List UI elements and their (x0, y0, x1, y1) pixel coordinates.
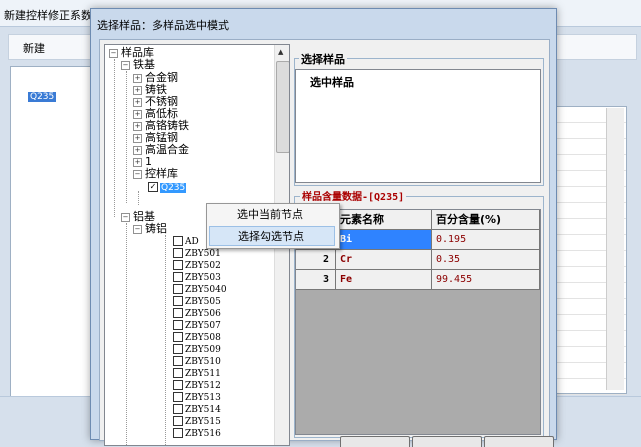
scroll-up-arrow-icon[interactable]: ▲ (278, 48, 283, 56)
column-header-element[interactable]: 元素名称 (336, 210, 432, 230)
checkbox-icon[interactable] (173, 332, 183, 342)
collapse-icon[interactable]: − (133, 169, 142, 179)
dialog-button[interactable] (340, 436, 410, 447)
selected-samples-box[interactable]: 选中样品 (295, 69, 541, 183)
collapse-icon[interactable]: − (133, 224, 142, 234)
tree-line (114, 59, 115, 217)
tree-line (165, 235, 166, 445)
tree-node-iron-base[interactable]: − 铁基 (121, 59, 155, 71)
expand-icon[interactable]: + (133, 73, 142, 83)
checkbox-icon[interactable] (173, 380, 183, 390)
tree-line (126, 223, 127, 445)
checkbox-icon[interactable] (173, 320, 183, 330)
collapse-icon[interactable]: − (121, 60, 130, 70)
checkbox-icon[interactable] (173, 428, 183, 438)
expand-icon[interactable]: + (133, 97, 142, 107)
checkbox-icon[interactable] (173, 296, 183, 306)
tree-node-q235[interactable]: ✓ Q235 (148, 181, 187, 194)
cell-percent[interactable]: 0.195 (432, 230, 540, 250)
selected-samples-node[interactable]: 选中样品 (310, 74, 354, 90)
cell-element[interactable]: Fe (336, 270, 432, 290)
row-header[interactable]: 3 (296, 270, 336, 290)
expand-icon[interactable]: + (133, 157, 142, 167)
tree-node-iron-child[interactable]: + 高温合金 (133, 144, 189, 156)
tree-line (138, 191, 139, 205)
checkbox-icon[interactable] (173, 368, 183, 378)
tree-node-cast-aluminum[interactable]: − 铸铝 (133, 223, 167, 235)
tree-context-menu: 选中当前节点 选择勾选节点 (206, 203, 340, 249)
tree-line (126, 71, 127, 203)
selected-samples-title: 选择样品 (299, 51, 347, 67)
checkbox-icon[interactable] (173, 392, 183, 402)
checkbox-icon[interactable] (173, 260, 183, 270)
tree-node-control-lib[interactable]: − 控样库 (133, 168, 178, 180)
menu-item-select-checked-nodes[interactable]: 选择勾选节点 (209, 226, 335, 246)
dialog-button-row (340, 436, 554, 447)
scroll-thumb[interactable] (276, 61, 289, 153)
new-button[interactable]: 新建 (23, 40, 45, 56)
checkbox-icon[interactable] (173, 236, 183, 246)
row-header[interactable]: 2 (296, 250, 336, 270)
main-toolbar-right (555, 34, 637, 60)
main-tree-node-q235[interactable]: Q235 (28, 92, 57, 102)
menu-item-select-current-node[interactable]: 选中当前节点 (209, 205, 335, 225)
cell-element[interactable]: Cr (336, 250, 432, 270)
checkbox-icon[interactable] (173, 344, 183, 354)
expand-icon[interactable]: + (133, 121, 142, 131)
tree-leaf[interactable]: ZBY516 (173, 427, 221, 440)
collapse-icon[interactable]: − (121, 212, 130, 222)
expand-icon[interactable]: + (133, 133, 142, 143)
checkbox-icon[interactable] (173, 416, 183, 426)
main-tree-panel (10, 66, 94, 398)
content-data-title: 样品含量数据-[Q235] (300, 188, 407, 203)
checkbox-icon[interactable] (173, 308, 183, 318)
cell-percent[interactable]: 99.455 (432, 270, 540, 290)
checked-checkbox-icon[interactable]: ✓ (148, 182, 158, 192)
dialog-button[interactable] (412, 436, 482, 447)
checkbox-icon[interactable] (173, 404, 183, 414)
main-list-scrollbar[interactable] (606, 108, 624, 390)
select-sample-dialog: 选择样品：多样品选中模式 − 样品库 − 铁基 + 合金钢 + 铸铁 + 不锈钢 + 高低标… (90, 8, 557, 447)
expand-icon[interactable]: + (133, 85, 142, 95)
dialog-button[interactable] (484, 436, 554, 447)
checkbox-icon[interactable] (173, 284, 183, 294)
dialog-title: 选择样品：多样品选中模式 (97, 19, 229, 32)
checkbox-icon[interactable] (173, 248, 183, 258)
dialog-client: − 样品库 − 铁基 + 合金钢 + 铸铁 + 不锈钢 + 高低标 + 高铬铸铁 + 高锰钢 +… (99, 39, 554, 447)
main-window-title: 新建控样修正系数 (4, 9, 92, 22)
collapse-icon[interactable]: − (109, 48, 118, 58)
selected-samples-group: 选中样品 选择样品 (294, 51, 544, 186)
column-header-percent[interactable]: 百分含量(%) (432, 210, 540, 230)
expand-icon[interactable]: + (133, 145, 142, 155)
cell-percent[interactable]: 0.35 (432, 250, 540, 270)
checkbox-icon[interactable] (173, 272, 183, 282)
expand-icon[interactable]: + (133, 109, 142, 119)
checkbox-icon[interactable] (173, 356, 183, 366)
cell-element[interactable]: Bi (336, 230, 432, 250)
